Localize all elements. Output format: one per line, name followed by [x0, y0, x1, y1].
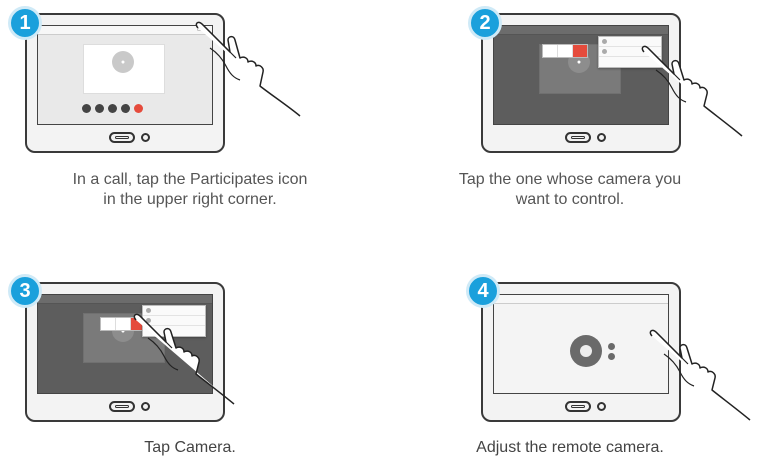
hand-pointer-icon [195, 21, 301, 117]
popup-action[interactable] [101, 318, 116, 330]
home-button [565, 132, 591, 143]
camera-joystick-icon[interactable] [570, 335, 602, 367]
hand-pointer-icon [133, 313, 235, 405]
popup-action[interactable] [558, 45, 573, 57]
popup-action-remove[interactable] [573, 45, 587, 57]
camera-control-screen [493, 294, 669, 394]
mute-button[interactable] [82, 104, 91, 113]
home-button [109, 132, 135, 143]
camera-button[interactable] [116, 318, 131, 330]
caption-line-2: in the upper right corner. [103, 191, 277, 208]
caption-line-1: Tap Camera. [144, 439, 236, 456]
volume-button[interactable] [95, 104, 104, 113]
avatar: ● [112, 51, 134, 73]
step-2: 2 ● Tap the one whose camera you want to… [380, 0, 760, 230]
step-number-badge: 3 [8, 274, 42, 308]
step-caption: Tap Camera. [0, 438, 380, 458]
step-3: 3 ● Tap Camera. [0, 230, 380, 460]
top-bar [38, 295, 212, 304]
call-screen: ▭ ▭ ● [37, 25, 213, 125]
step-number-badge: 4 [466, 274, 500, 308]
hand-pointer-icon [649, 329, 751, 421]
step-number-badge: 1 [8, 6, 42, 40]
step-number-badge: 2 [468, 6, 502, 40]
call-controls [82, 104, 143, 113]
step-4: 4 Adjust the remote camera. [380, 230, 760, 460]
power-button [597, 402, 606, 411]
top-bar: ▭ ▭ [38, 26, 212, 35]
participant-actions-popup [542, 44, 588, 58]
zoom-out-button[interactable] [608, 353, 615, 360]
zoom-in-button[interactable] [608, 343, 615, 350]
caption-line-1: Adjust the remote camera. [476, 439, 664, 456]
home-button [565, 401, 591, 412]
hand-pointer-icon [641, 45, 743, 137]
caller-card: ● [83, 44, 165, 94]
popup-action[interactable] [543, 45, 558, 57]
top-bar [494, 295, 668, 304]
power-button [141, 133, 150, 142]
end-call-button[interactable] [134, 104, 143, 113]
step-1: 1 ▭ ▭ ● In a call, tap the Participates … [0, 0, 380, 230]
step-caption: Adjust the remote camera. [380, 438, 760, 458]
step-caption: Tap the one whose camera you want to con… [380, 170, 760, 210]
caption-line-2: want to control. [515, 191, 625, 208]
share-button[interactable] [121, 104, 130, 113]
top-bar [494, 26, 668, 35]
add-button[interactable] [108, 104, 117, 113]
power-button [597, 133, 606, 142]
caption-line-1: Tap the one whose camera you [458, 171, 682, 188]
caption-line-1: In a call, tap the Participates icon [72, 171, 308, 188]
step-caption: In a call, tap the Participates icon in … [0, 170, 380, 210]
